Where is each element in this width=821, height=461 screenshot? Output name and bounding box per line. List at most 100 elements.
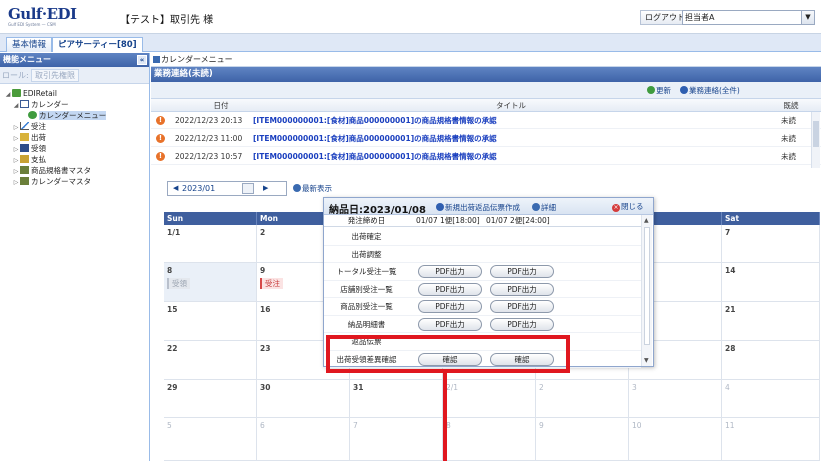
row-date: 2022/12/23 20:13 [175, 116, 243, 125]
popup-row-label: 出荷確定 [351, 232, 382, 241]
tab-pierthirty[interactable]: ピアサーティー[80] [52, 37, 143, 52]
detail-label: 詳細 [541, 203, 556, 212]
calendar-tag-receipt[interactable]: 受領 [167, 278, 190, 289]
latest-view-button[interactable]: 最新表示 [293, 183, 332, 194]
table-row[interactable]: ! 2022/12/23 20:13 [ITEM000000001:[食材]商品00… [151, 112, 821, 129]
prev-month-icon[interactable]: ◀ [173, 182, 178, 195]
tree-item[interactable]: ▷ 商品規格書マスタ [0, 165, 149, 176]
new-return-slip-button[interactable]: 新規出荷返品伝票作成 [436, 202, 520, 213]
collapse-icon[interactable]: « [137, 55, 147, 65]
role-select[interactable]: 取引先権限 [31, 69, 79, 82]
pdf-output-button[interactable]: PDF出力 [490, 265, 554, 278]
pdf-output-button[interactable]: PDF出力 [490, 317, 554, 331]
calendar-cell[interactable]: 9 [536, 418, 629, 461]
calendar-cell[interactable]: 1/1 [164, 225, 257, 263]
calendar-cell[interactable]: 14 [722, 263, 820, 302]
calendar-day-number: 2/1 [446, 383, 459, 392]
tree-item[interactable]: ◢ EDIRetail [0, 88, 149, 99]
tree-toggle-icon[interactable]: ▷ [12, 177, 20, 188]
pdf-output-button[interactable]: PDF出力 [490, 282, 554, 296]
date-picker-icon[interactable] [242, 183, 254, 194]
tree-item-label: 支払 [31, 155, 46, 164]
row-title-link[interactable]: [ITEM000000001:[食材]商品000000001]の商品規格書情報の… [253, 112, 497, 129]
popup-scrollbar[interactable]: ▲ ▼ [641, 215, 652, 366]
tree-item[interactable]: カレンダーメニュー [0, 110, 149, 121]
tree-item[interactable]: ▷ 支払 [0, 154, 149, 165]
calendar-cell[interactable]: 22 [164, 341, 257, 380]
calendar-cell[interactable]: 11 [722, 418, 820, 461]
calendar-cell[interactable]: 6 [257, 418, 350, 461]
calendar-cell[interactable]: 7 [722, 225, 820, 263]
close-button[interactable]: × 閉じる [609, 201, 647, 212]
table-row[interactable]: ! 2022/12/23 10:57 [ITEM000000001:[食材]商品00… [151, 148, 821, 165]
calendar-cell[interactable]: 5 [164, 418, 257, 461]
calendar-cell[interactable]: 31 [350, 380, 443, 418]
calendar-cell[interactable]: 30 [257, 380, 350, 418]
highlight-callout-box [326, 335, 570, 373]
row-date: 2022/12/23 11:00 [175, 134, 243, 143]
popup-scroll-thumb[interactable] [644, 227, 650, 345]
role-toolbar: ロール: 取引先権限 [0, 67, 149, 84]
calendar-cell[interactable]: 7 [350, 418, 443, 461]
refresh-label: 更新 [656, 86, 671, 95]
next-month-icon[interactable]: ▶ [263, 182, 268, 195]
scroll-up-icon[interactable]: ▲ [644, 217, 649, 224]
detail-button[interactable]: 詳細 [532, 202, 556, 213]
calendar-day-number: 4 [725, 383, 730, 392]
scroll-down-icon[interactable]: ▼ [644, 357, 649, 364]
warning-icon: ! [156, 152, 165, 161]
calendar-cell[interactable]: 21 [722, 302, 820, 341]
all-contacts-button[interactable]: 業務連絡(全件) [680, 84, 740, 97]
popup-title: 納品日:2023/01/08 [329, 205, 426, 216]
calendar-day-number: 5 [167, 421, 172, 430]
pdf-output-button[interactable]: PDF出力 [418, 300, 482, 313]
calendar-cell[interactable]: 8 受領 [164, 263, 257, 302]
calendar-cell[interactable]: 3 [629, 380, 722, 418]
calendar-cell[interactable]: 29 [164, 380, 257, 418]
tab-basic-info[interactable]: 基本情報 [6, 37, 53, 52]
business-contact-toolbar: 更新 業務連絡(全件) [151, 82, 821, 99]
globe-icon [28, 111, 37, 119]
row-title-link[interactable]: [ITEM000000001:[食材]商品000000001]の商品規格書情報の… [253, 148, 497, 165]
tree-item[interactable]: ▷ 受領 [0, 143, 149, 154]
table-row[interactable]: ! 2022/12/23 11:00 [ITEM000000001:[食材]商品00… [151, 130, 821, 147]
user-select[interactable]: 担当者A ▼ [682, 10, 815, 25]
pdf-output-button[interactable]: PDF出力 [418, 282, 482, 296]
calendar-cell[interactable]: 4 [722, 380, 820, 418]
pdf-output-button[interactable]: PDF出力 [418, 317, 482, 331]
row-status: 未読 [781, 152, 796, 161]
popup-header: 納品日:2023/01/08 新規出荷返品伝票作成 詳細 × 閉じる [324, 198, 653, 216]
calendar-cell[interactable]: 15 [164, 302, 257, 341]
tree-item-label: 商品規格書マスタ [31, 166, 91, 175]
pdf-output-button[interactable]: PDF出力 [418, 265, 482, 278]
scroll-thumb[interactable] [813, 121, 819, 147]
refresh-button[interactable]: 更新 [647, 84, 671, 97]
refresh-icon [293, 184, 301, 192]
row-status: 未読 [781, 134, 796, 143]
calendar-cell[interactable]: 2/1 [443, 380, 536, 418]
chevron-down-icon[interactable]: ▼ [801, 11, 814, 24]
popup-row-label: 出荷調整 [351, 249, 382, 259]
calendar-cell[interactable]: 10 [629, 418, 722, 461]
tree-item[interactable]: ◢ カレンダー [0, 99, 149, 110]
business-grid-scrollbar[interactable] [811, 112, 820, 168]
logo-text: Gulf·EDI [8, 5, 77, 23]
column-date[interactable]: 日付 [191, 99, 251, 112]
tree-item[interactable]: ▷ 出荷 [0, 132, 149, 143]
row-title-link[interactable]: [ITEM000000001:[食材]商品000000001]の商品規格書情報の… [253, 130, 497, 147]
calendar-icon [20, 100, 29, 108]
column-title[interactable]: タイトル [471, 99, 551, 112]
tree-item-label: 受領 [31, 144, 46, 153]
new-return-slip-label: 新規出荷返品伝票作成 [445, 203, 520, 212]
tree-item[interactable]: ▷ 受注 [0, 121, 149, 132]
calendar-tag-order[interactable]: 受注 [260, 278, 283, 289]
column-status[interactable]: 既読 [776, 99, 806, 112]
calendar-cell[interactable]: 2 [536, 380, 629, 418]
tree-item[interactable]: ▷ カレンダーマスタ [0, 176, 149, 187]
calendar-cell[interactable]: 28 [722, 341, 820, 380]
calendar-day-number: 10 [632, 421, 642, 430]
month-value[interactable]: 2023/01 [182, 182, 215, 195]
pdf-output-button[interactable]: PDF出力 [490, 300, 554, 313]
calendar-cell[interactable]: 8 [443, 418, 536, 461]
calendar-day-number: 8 [167, 266, 173, 275]
